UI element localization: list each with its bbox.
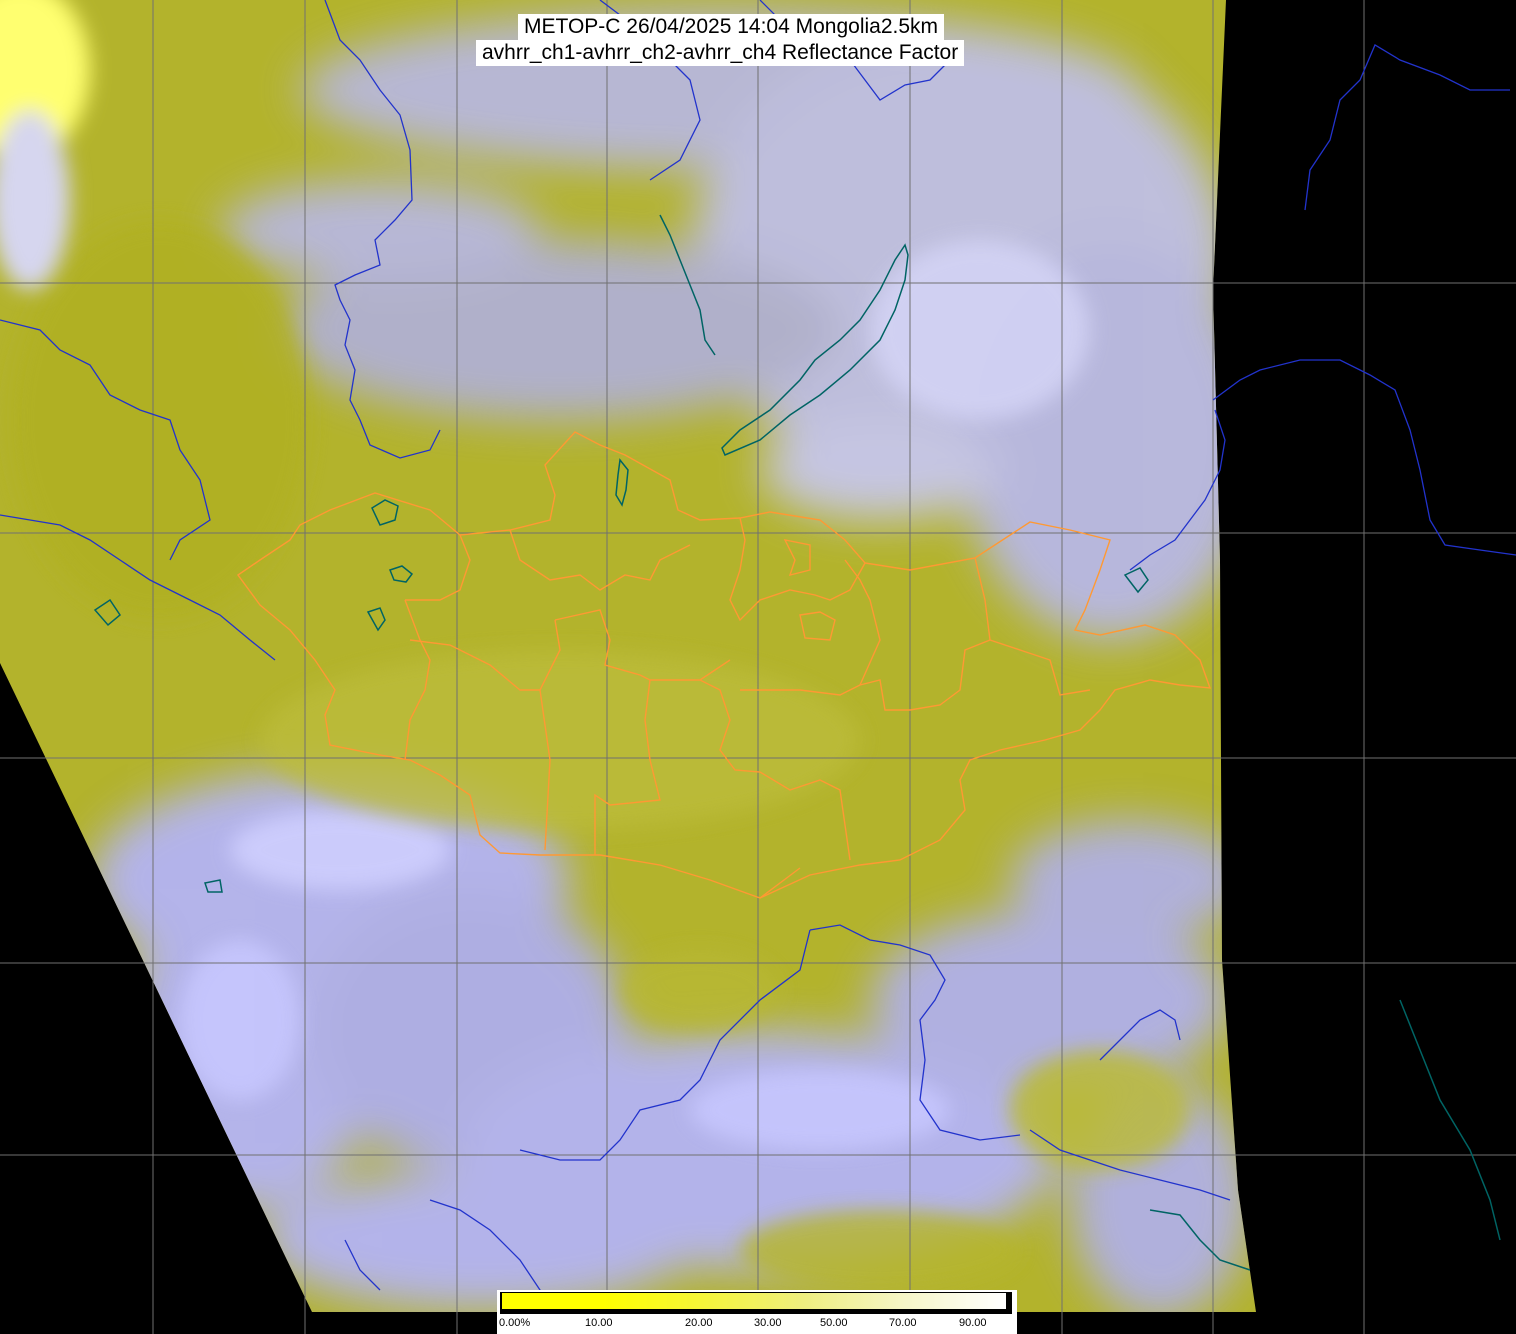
colorbar-label-30: 30.00 <box>754 1317 782 1329</box>
colorbar-legend: 0.00% 10.00 20.00 30.00 50.00 70.00 90.0… <box>497 1290 1017 1334</box>
map-subtitle: avhrr_ch1-avhrr_ch2-avhrr_ch4 Reflectanc… <box>476 40 965 66</box>
colorbar-ramp <box>502 1293 1006 1309</box>
colorbar-label-90: 90.00 <box>959 1317 987 1329</box>
map-title: METOP-C 26/04/2025 14:04 Mongolia2.5km <box>518 14 945 40</box>
colorbar-label-0: 0.00% <box>499 1317 531 1329</box>
colorbar-label-70: 70.00 <box>889 1317 917 1329</box>
colorbar-label-20: 20.00 <box>685 1317 713 1329</box>
colorbar-label-10: 10.00 <box>585 1317 613 1329</box>
colorbar-label-50: 50.00 <box>820 1317 848 1329</box>
satellite-map <box>0 0 1516 1334</box>
